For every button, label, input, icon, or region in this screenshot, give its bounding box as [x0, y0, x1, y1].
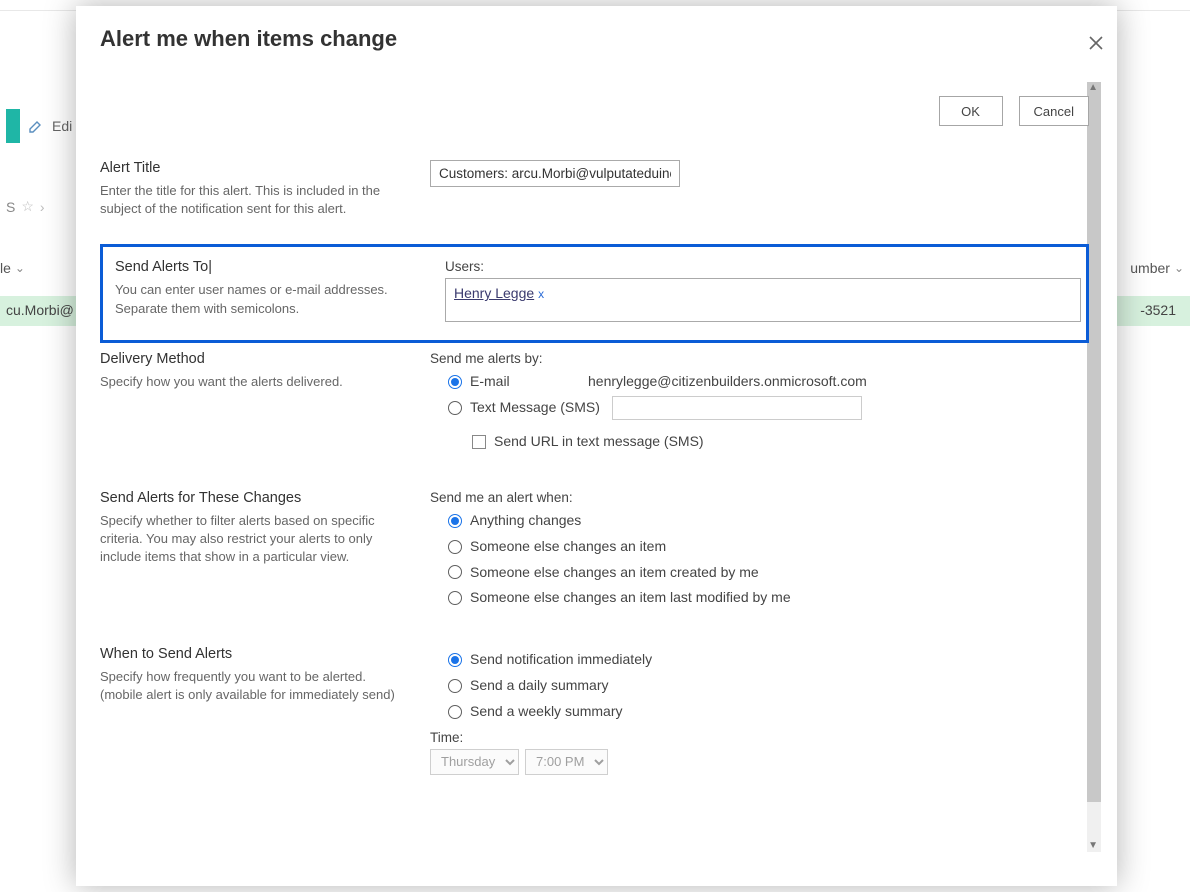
radio-else-modified[interactable] — [448, 591, 462, 605]
users-label: Users: — [445, 259, 1081, 274]
radio-weekly-label: Send a weekly summary — [470, 700, 623, 724]
chevron-down-icon: ⌄ — [1174, 261, 1184, 275]
send-by-label: Send me alerts by: — [430, 351, 1089, 366]
time-label: Time: — [430, 730, 1089, 745]
bg-star-prefix: S — [6, 199, 15, 215]
cancel-button[interactable]: Cancel — [1019, 96, 1089, 126]
bg-column-right-text: umber — [1130, 260, 1170, 276]
users-people-picker[interactable]: Henry Legge x — [445, 278, 1081, 322]
bg-edit-label: Edi — [52, 118, 72, 134]
dialog-buttons-top: OK Cancel — [100, 78, 1089, 152]
user-chip-name[interactable]: Henry Legge — [454, 285, 534, 301]
bg-column-right: umber ⌄ — [1130, 260, 1184, 276]
bg-row-right: -3521 — [1140, 302, 1176, 318]
when-desc: Specify how frequently you want to be al… — [100, 668, 400, 704]
when-heading: When to Send Alerts — [100, 646, 400, 662]
dialog-body: OK Cancel Alert Title Enter the title fo… — [100, 78, 1101, 876]
radio-sms-label: Text Message (SMS) — [470, 396, 600, 420]
section-send-alerts-to: Send Alerts To| You can enter user names… — [115, 257, 1074, 322]
radio-sms[interactable] — [448, 401, 462, 415]
alert-title-desc: Enter the title for this alert. This is … — [100, 182, 400, 218]
alert-title-input[interactable] — [430, 160, 680, 187]
chevron-right-icon: › — [40, 199, 45, 215]
radio-else-modified-label: Someone else changes an item last modifi… — [470, 586, 791, 610]
bg-starred-row: S ☆ › — [0, 198, 45, 215]
send-to-heading: Send Alerts To| — [115, 259, 415, 275]
hour-select[interactable]: 7:00 PM — [525, 749, 608, 775]
chevron-down-icon: ⌄ — [15, 261, 25, 275]
send-when-label: Send me an alert when: — [430, 490, 1089, 505]
bg-column-left: le ⌄ — [0, 260, 25, 276]
radio-else-created-label: Someone else changes an item created by … — [470, 561, 759, 585]
radio-email-label: E-mail — [470, 370, 580, 394]
radio-immediately[interactable] — [448, 653, 462, 667]
radio-weekly[interactable] — [448, 705, 462, 719]
section-change-type: Send Alerts for These Changes Specify wh… — [100, 482, 1089, 638]
section-delivery-method: Delivery Method Specify how you want the… — [100, 343, 1089, 482]
bg-toolbar: Edi — [0, 106, 72, 146]
radio-email[interactable] — [448, 375, 462, 389]
radio-anything-label: Anything changes — [470, 509, 581, 533]
radio-daily[interactable] — [448, 679, 462, 693]
send-to-desc: You can enter user names or e-mail addre… — [115, 281, 415, 317]
radio-daily-label: Send a daily summary — [470, 674, 609, 698]
star-icon: ☆ — [21, 198, 34, 215]
delivery-desc: Specify how you want the alerts delivere… — [100, 373, 400, 391]
radio-else-item[interactable] — [448, 540, 462, 554]
alert-title-heading: Alert Title — [100, 160, 400, 176]
bg-row-left: cu.Morbi@ — [6, 302, 74, 318]
radio-anything-changes[interactable] — [448, 514, 462, 528]
pencil-icon — [28, 118, 44, 134]
send-to-heading-text: Send Alerts To — [115, 259, 208, 275]
radio-else-created[interactable] — [448, 565, 462, 579]
radio-immediately-label: Send notification immediately — [470, 648, 652, 672]
delivery-heading: Delivery Method — [100, 351, 400, 367]
checkbox-send-url[interactable] — [472, 435, 486, 449]
checkbox-send-url-label: Send URL in text message (SMS) — [494, 430, 704, 454]
day-select[interactable]: Thursday — [430, 749, 519, 775]
ok-button[interactable]: OK — [939, 96, 1003, 126]
text-cursor-icon: | — [208, 259, 212, 275]
highlight-send-alerts-to: Send Alerts To| You can enter user names… — [100, 244, 1089, 343]
user-chip-remove[interactable]: x — [538, 287, 544, 301]
dialog-title: Alert me when items change — [100, 6, 1101, 58]
sms-number-input[interactable] — [612, 396, 862, 420]
radio-else-item-label: Someone else changes an item — [470, 535, 666, 559]
bg-teal-block — [6, 109, 20, 143]
alert-dialog: Alert me when items change ▲ ▼ OK Cancel… — [76, 6, 1117, 886]
section-when-to-send: When to Send Alerts Specify how frequent… — [100, 638, 1089, 800]
section-alert-title: Alert Title Enter the title for this ale… — [100, 152, 1089, 244]
changes-heading: Send Alerts for These Changes — [100, 490, 400, 506]
email-address: henrylegge@citizenbuilders.onmicrosoft.c… — [588, 370, 867, 394]
changes-desc: Specify whether to filter alerts based o… — [100, 512, 400, 567]
bg-column-left-text: le — [0, 260, 11, 276]
